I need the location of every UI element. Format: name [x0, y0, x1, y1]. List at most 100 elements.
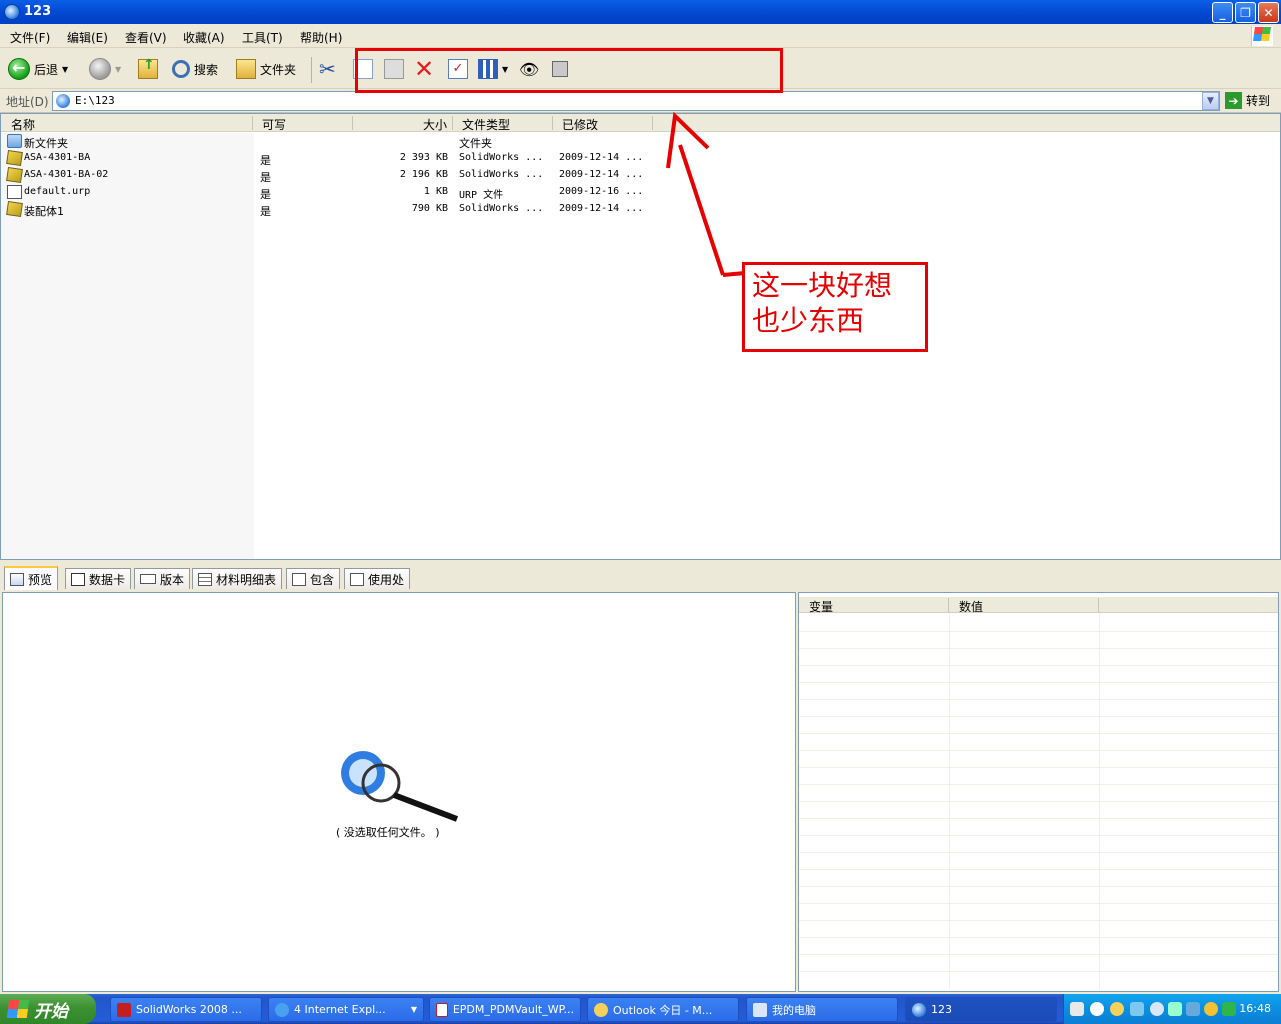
column-header-writable[interactable]: 可写 [262, 116, 286, 133]
grid-line [799, 869, 1278, 870]
file-size: 2 196 KB [399, 169, 448, 180]
search-label: 搜索 [194, 62, 219, 77]
toolbar-separator [311, 57, 312, 83]
file-name: ASA-4301-BA [24, 152, 91, 163]
start-button[interactable]: 开始 [0, 994, 96, 1024]
chevron-left-icon[interactable] [1090, 1002, 1104, 1016]
connection-icon[interactable] [1186, 1002, 1200, 1016]
grid-line [799, 937, 1278, 938]
taskbar-item-outlook[interactable]: Outlook 今日 - M... [587, 997, 739, 1022]
tab-versions[interactable]: 版本 [134, 568, 191, 589]
minimize-icon: _ [1219, 5, 1226, 20]
grid-line [799, 631, 1278, 632]
column-header-modified[interactable]: 已修改 [562, 116, 598, 133]
hierarchy-icon [350, 572, 364, 586]
column-separator[interactable] [1098, 598, 1099, 612]
task-label: 4 Internet Expl... [294, 1003, 386, 1016]
tab-data-card[interactable]: 数据卡 [65, 568, 132, 589]
menu-edit[interactable]: 编辑(E) [67, 29, 108, 46]
explorer-tray-icon[interactable] [1150, 1002, 1164, 1016]
column-separator[interactable] [352, 116, 353, 130]
file-writable: 是 [260, 188, 271, 201]
preview-caption: ( 没选取任何文件。 ) [336, 826, 440, 839]
system-tray: 16:48 [1063, 994, 1281, 1024]
pencil-icon [71, 572, 85, 586]
column-header-variable[interactable]: 变量 [809, 598, 833, 615]
minimize-button[interactable]: _ [1212, 2, 1233, 23]
table-row[interactable]: ASA-4301-BA 是 2 393 KB SolidWorks ... 20… [1, 150, 661, 167]
go-button[interactable]: ➔ 转到 [1225, 92, 1270, 109]
close-button[interactable]: ✕ [1258, 2, 1279, 23]
keyboard-icon[interactable] [1070, 1002, 1084, 1016]
variables-pane: 变量 数值 [798, 592, 1279, 992]
address-input[interactable]: E:\123 [52, 91, 1220, 111]
chevron-down-icon[interactable]: ▼ [115, 65, 121, 74]
annotation-line-1: 这一块好想 [752, 269, 893, 302]
column-header-name[interactable]: 名称 [11, 116, 35, 133]
grid-line [799, 886, 1278, 887]
cut-button[interactable]: ✂ [319, 54, 336, 84]
column-separator[interactable] [452, 116, 453, 130]
table-row[interactable]: 装配体1 是 790 KB SolidWorks ... 2009-12-14 … [1, 201, 661, 218]
taskbar-item-my-computer[interactable]: 我的电脑 [746, 997, 898, 1022]
outlook-tray-icon[interactable] [1110, 1002, 1124, 1016]
column-header-size[interactable]: 大小 [423, 116, 447, 133]
restore-icon: ❐ [1240, 5, 1251, 20]
annotation-arrow [666, 111, 746, 277]
forward-button[interactable]: ▼ [89, 54, 121, 84]
annotation-arrow-shaft [678, 144, 725, 276]
column-header-type[interactable]: 文件类型 [462, 116, 510, 133]
taskbar-item-internet-explorer[interactable]: 4 Internet Expl... ▼ [268, 997, 424, 1022]
menu-file[interactable]: 文件(F) [10, 29, 50, 46]
menu-tools[interactable]: 工具(T) [242, 29, 283, 46]
table-row[interactable]: default.urp 是 1 KB URP 文件 2009-12-16 ... [1, 184, 661, 201]
app-icon [4, 4, 20, 20]
grid-line [799, 835, 1278, 836]
address-dropdown[interactable]: ▼ [1202, 92, 1219, 110]
chevron-down-icon[interactable]: ▼ [62, 65, 68, 74]
solidworks-assembly-icon [6, 150, 23, 166]
table-row[interactable]: ASA-4301-BA-02 是 2 196 KB SolidWorks ...… [1, 167, 661, 184]
grid-line [799, 699, 1278, 700]
up-folder-button[interactable]: ↑ [138, 54, 158, 84]
network-icon[interactable] [1130, 1002, 1144, 1016]
menu-view[interactable]: 查看(V) [125, 29, 167, 46]
chevron-down-icon: ▼ [410, 1005, 417, 1014]
file-name: 装配体1 [24, 205, 64, 218]
file-modified: 2009-12-14 ... [559, 152, 644, 163]
menu-help[interactable]: 帮助(H) [300, 29, 342, 46]
taskbar: 开始 SolidWorks 2008 ... 4 Internet Expl..… [0, 994, 1281, 1024]
clock: 16:48 [1239, 1002, 1271, 1015]
column-separator[interactable] [652, 116, 653, 130]
taskbar-item-123[interactable]: 123 [905, 997, 1057, 1022]
maximize-button[interactable]: ❐ [1235, 2, 1256, 23]
column-separator[interactable] [948, 598, 949, 612]
search-button[interactable]: 搜索 [172, 54, 218, 84]
column-separator[interactable] [252, 116, 253, 130]
forward-arrow-icon [89, 58, 111, 80]
tab-contains[interactable]: 包含 [286, 568, 341, 589]
back-button[interactable]: 后退 ▼ [8, 54, 68, 84]
folders-button[interactable]: 文件夹 [236, 54, 296, 84]
hierarchy-icon [292, 572, 306, 586]
tab-bill-of-materials[interactable]: 材料明细表 [192, 568, 283, 589]
column-header-value[interactable]: 数值 [959, 598, 983, 615]
taskbar-item-pdf[interactable]: EPDM_PDMVault_WP... [429, 997, 581, 1022]
grid-line [799, 665, 1278, 666]
table-row[interactable]: 新文件夹 文件夹 [1, 133, 661, 150]
taskbar-item-solidworks[interactable]: SolidWorks 2008 ... [110, 997, 262, 1022]
column-separator[interactable] [552, 116, 553, 130]
tab-where-used[interactable]: 使用处 [344, 568, 411, 589]
shield-icon[interactable] [1222, 1002, 1236, 1016]
file-size: 1 KB [423, 186, 448, 197]
folders-label: 文件夹 [260, 62, 297, 77]
qq-icon[interactable] [1204, 1002, 1218, 1016]
file-size: 790 KB [411, 203, 448, 214]
menu-favorites[interactable]: 收藏(A) [183, 29, 225, 46]
chevron-down-icon: ▼ [1207, 96, 1214, 106]
file-type: SolidWorks ... [459, 169, 544, 180]
table-icon [198, 572, 212, 586]
tab-preview[interactable]: 预览 [4, 566, 59, 590]
grid-line [799, 920, 1278, 921]
pen-icon[interactable] [1168, 1002, 1182, 1016]
